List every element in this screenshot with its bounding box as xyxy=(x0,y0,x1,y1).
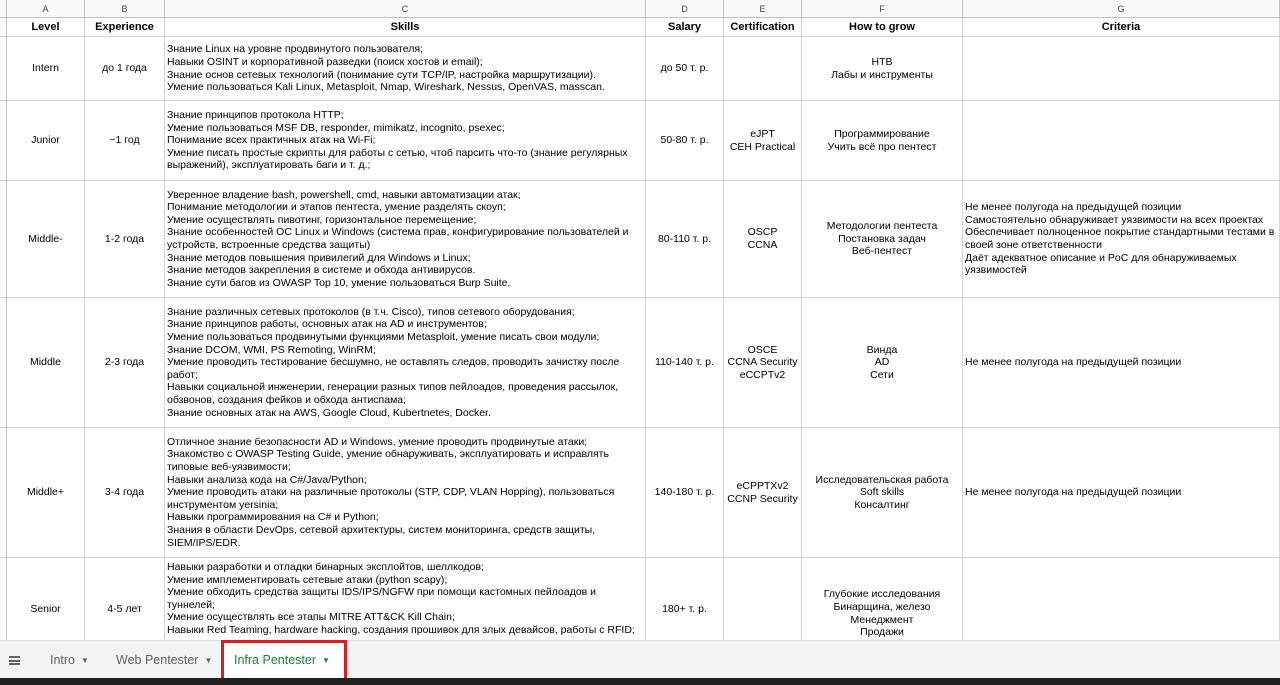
cell-level[interactable]: Middle- xyxy=(7,181,85,298)
triangle-down-icon[interactable]: ▼ xyxy=(204,656,212,665)
header-certification[interactable]: Certification xyxy=(724,18,802,37)
cell-certification[interactable]: OSCE CCNA Security eCCPTv2 xyxy=(724,298,802,428)
tab-intro[interactable]: Intro ▼ xyxy=(38,641,101,679)
cell-criteria[interactable] xyxy=(963,37,1280,101)
row-gutter[interactable] xyxy=(0,298,7,428)
cell-how-to-grow[interactable]: Программирование Учить всё про пентест xyxy=(802,101,963,181)
cell-skills[interactable]: Уверенное владение bash, powershell, cmd… xyxy=(165,181,646,298)
triangle-down-icon[interactable]: ▼ xyxy=(322,656,330,665)
tab-infra-pentester[interactable]: Infra Pentester ▼ xyxy=(224,641,344,679)
cell-experience[interactable]: до 1 года xyxy=(85,37,165,101)
cell-level[interactable]: Junior xyxy=(7,101,85,181)
cell-certification[interactable]: OSCP CCNA xyxy=(724,181,802,298)
spreadsheet-grid: A B C D E F G Level Experience Skills Sa… xyxy=(0,0,1280,640)
cell-skills[interactable]: Знание принципов протокола HTTP; Умение … xyxy=(165,101,646,181)
cell-salary[interactable]: 180+ т. р. xyxy=(646,558,724,640)
cell-salary[interactable]: 140-180 т. р. xyxy=(646,428,724,558)
row-gutter[interactable] xyxy=(0,558,7,640)
cell-level[interactable]: Senior xyxy=(7,558,85,640)
tab-label: Intro xyxy=(50,653,76,667)
cell-criteria[interactable] xyxy=(963,101,1280,181)
cell-how-to-grow[interactable]: HTB Лабы и инструменты xyxy=(802,37,963,101)
sheet-tab-bar: Intro ▼ Web Pentester ▼ Infra Pentester … xyxy=(0,640,1280,679)
column-header-e[interactable]: E xyxy=(724,0,802,18)
cell-skills[interactable]: Знание различных сетевых протоколов (в т… xyxy=(165,298,646,428)
cell-salary[interactable]: 50-80 т. р. xyxy=(646,101,724,181)
cell-experience[interactable]: 2-3 года xyxy=(85,298,165,428)
header-experience[interactable]: Experience xyxy=(85,18,165,37)
cell-experience[interactable]: 1-2 года xyxy=(85,181,165,298)
cell-skills[interactable]: Знание Linux на уровне продвинутого поль… xyxy=(165,37,646,101)
column-header-gutter[interactable] xyxy=(0,0,7,18)
taskbar-edge xyxy=(0,678,1280,685)
menu-icon[interactable] xyxy=(9,656,20,665)
tab-web-pentester[interactable]: Web Pentester ▼ xyxy=(104,641,224,679)
row-gutter[interactable] xyxy=(0,428,7,558)
column-header-g[interactable]: G xyxy=(963,0,1280,18)
cell-salary[interactable]: 80-110 т. р. xyxy=(646,181,724,298)
cell-level[interactable]: Middle+ xyxy=(7,428,85,558)
cell-skills[interactable]: Отличное знание безопасности AD и Window… xyxy=(165,428,646,558)
row-gutter[interactable] xyxy=(0,18,7,37)
cell-level[interactable]: Middle xyxy=(7,298,85,428)
cell-certification[interactable] xyxy=(724,558,802,640)
cell-experience[interactable]: ~1 год xyxy=(85,101,165,181)
header-criteria[interactable]: Criteria xyxy=(963,18,1280,37)
column-header-a[interactable]: A xyxy=(7,0,85,18)
row-gutter[interactable] xyxy=(0,101,7,181)
cell-certification[interactable] xyxy=(724,37,802,101)
cell-certification[interactable]: eJPT CEH Practical xyxy=(724,101,802,181)
cell-certification[interactable]: eCPPTXv2 CCNP Security xyxy=(724,428,802,558)
cell-level[interactable]: Intern xyxy=(7,37,85,101)
cell-experience[interactable]: 4-5 лет xyxy=(85,558,165,640)
column-header-d[interactable]: D xyxy=(646,0,724,18)
column-header-f[interactable]: F xyxy=(802,0,963,18)
cell-salary[interactable]: до 50 т. р. xyxy=(646,37,724,101)
cell-criteria[interactable]: Не менее полугода на предыдущей позиции … xyxy=(963,181,1280,298)
cell-criteria[interactable]: Не менее полугода на предыдущей позиции xyxy=(963,428,1280,558)
column-header-c[interactable]: C xyxy=(165,0,646,18)
cell-how-to-grow[interactable]: Исследовательская работа Soft skills Кон… xyxy=(802,428,963,558)
row-gutter[interactable] xyxy=(0,37,7,101)
cell-skills[interactable]: Навыки разработки и отладки бинарных экс… xyxy=(165,558,646,640)
tab-label: Infra Pentester xyxy=(234,653,316,667)
header-skills[interactable]: Skills xyxy=(165,18,646,37)
row-gutter[interactable] xyxy=(0,181,7,298)
cell-salary[interactable]: 110-140 т. р. xyxy=(646,298,724,428)
tab-label: Web Pentester xyxy=(116,653,199,667)
cell-criteria[interactable] xyxy=(963,558,1280,640)
cell-how-to-grow[interactable]: Методологии пентеста Постановка задач Ве… xyxy=(802,181,963,298)
header-how-to-grow[interactable]: How to grow xyxy=(802,18,963,37)
column-header-b[interactable]: B xyxy=(85,0,165,18)
header-salary[interactable]: Salary xyxy=(646,18,724,37)
cell-how-to-grow[interactable]: Глубокие исследования Бинарщина, железо … xyxy=(802,558,963,640)
cell-how-to-grow[interactable]: Винда AD Сети xyxy=(802,298,963,428)
header-level[interactable]: Level xyxy=(7,18,85,37)
triangle-down-icon[interactable]: ▼ xyxy=(81,656,89,665)
cell-experience[interactable]: 3-4 года xyxy=(85,428,165,558)
cell-criteria[interactable]: Не менее полугода на предыдущей позиции xyxy=(963,298,1280,428)
